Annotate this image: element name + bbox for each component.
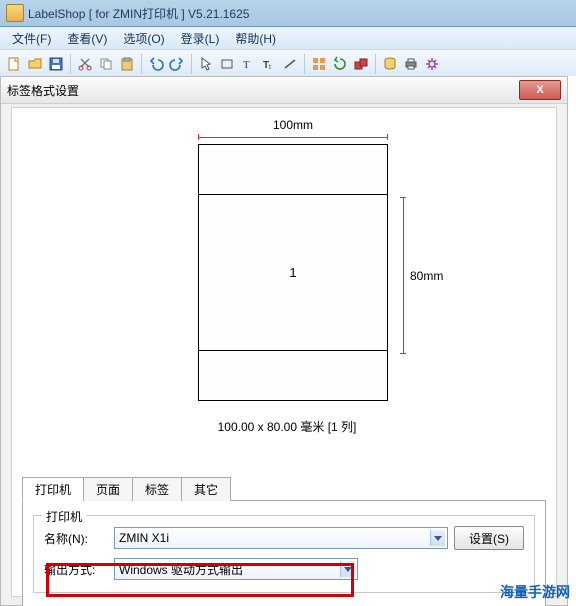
label-top [198, 144, 388, 195]
app-icon [6, 4, 24, 22]
cut-icon[interactable] [75, 54, 95, 74]
grid-icon[interactable] [309, 54, 329, 74]
window-title: LabelShop [ for ZMIN打印机 ] V5.21.1625 [28, 5, 249, 22]
undo-icon[interactable] [146, 54, 166, 74]
line-icon[interactable] [280, 54, 300, 74]
printer-name-label: 名称(N): [44, 530, 108, 547]
dimension-height: 80mm [400, 198, 454, 353]
rect-icon[interactable] [217, 54, 237, 74]
watermark: 海量手游网 [500, 582, 570, 602]
label-main: 1 [198, 194, 388, 351]
size-text: 100.00 x 80.00 毫米 [1 列] [152, 418, 422, 435]
width-label: 100mm [273, 118, 313, 132]
output-mode-combo[interactable]: Windows 驱动方式输出 [114, 558, 358, 580]
settings-icon[interactable] [422, 54, 442, 74]
printer-group: 打印机 名称(N): ZMIN X1i 设置(S) [33, 515, 535, 593]
db-icon[interactable] [380, 54, 400, 74]
dimension-width: 100mm [198, 118, 388, 140]
text-icon[interactable]: T [238, 54, 258, 74]
app-window: LabelShop [ for ZMIN打印机 ] V5.21.1625 文件(… [0, 0, 576, 606]
client-area: 标签格式设置 X 100mm 1 [0, 76, 576, 606]
close-icon: X [536, 84, 543, 96]
dialog-body: 100mm 1 80mm 100.00 x 80.00 毫米 [11, 107, 557, 597]
chevron-down-icon [340, 561, 355, 577]
print-icon[interactable] [401, 54, 421, 74]
paste-icon[interactable] [117, 54, 137, 74]
tab-other[interactable]: 其它 [181, 477, 231, 501]
svg-text:t: t [269, 64, 271, 71]
label-bottom [198, 350, 388, 401]
settings-button[interactable]: 设置(S) [454, 526, 524, 550]
label-format-dialog: 标签格式设置 X 100mm 1 [0, 76, 568, 606]
open-icon[interactable] [25, 54, 45, 74]
menubar: 文件(F) 查看(V) 选项(O) 登录(L) 帮助(H) [0, 27, 576, 49]
printer-name-combo[interactable]: ZMIN X1i [114, 527, 448, 549]
dialog-titlebar: 标签格式设置 X [1, 77, 567, 104]
separator-icon [304, 54, 305, 74]
output-mode-value: Windows 驱动方式输出 [119, 561, 243, 578]
menu-login[interactable]: 登录(L) [173, 30, 228, 47]
titlebar: LabelShop [ for ZMIN打印机 ] V5.21.1625 [0, 0, 576, 27]
close-button[interactable]: X [519, 80, 561, 100]
tabs: 打印机 页面 标签 其它 打印机 名称(N): ZMIN X1i [22, 476, 546, 606]
label-index: 1 [289, 265, 296, 280]
group-icon[interactable] [351, 54, 371, 74]
menu-option[interactable]: 选项(O) [115, 30, 172, 47]
label-stack: 1 [198, 144, 388, 401]
redo-icon[interactable] [167, 54, 187, 74]
tab-page[interactable]: 页面 [83, 477, 133, 501]
menu-file[interactable]: 文件(F) [4, 30, 59, 47]
svg-text:T: T [243, 59, 250, 71]
tab-label[interactable]: 标签 [132, 477, 182, 501]
text2-icon[interactable]: Tt [259, 54, 279, 74]
chevron-down-icon [430, 530, 445, 546]
printer-name-value: ZMIN X1i [119, 531, 169, 545]
toolbar: T Tt [0, 49, 576, 79]
group-legend: 打印机 [42, 508, 86, 525]
separator-icon [191, 54, 192, 74]
separator-icon [375, 54, 376, 74]
dialog-title: 标签格式设置 [7, 82, 79, 99]
menu-view[interactable]: 查看(V) [59, 30, 115, 47]
tab-row: 打印机 页面 标签 其它 [22, 476, 546, 501]
output-mode-row: 输出方式: Windows 驱动方式输出 [44, 558, 524, 580]
output-mode-label: 输出方式: [44, 561, 108, 578]
tab-printer[interactable]: 打印机 [22, 477, 84, 501]
new-icon[interactable] [4, 54, 24, 74]
pointer-icon[interactable] [196, 54, 216, 74]
rotate-icon[interactable] [330, 54, 350, 74]
menu-help[interactable]: 帮助(H) [227, 30, 284, 47]
height-label: 80mm [410, 269, 443, 283]
copy-icon[interactable] [96, 54, 116, 74]
tab-pane-printer: 打印机 名称(N): ZMIN X1i 设置(S) [22, 501, 546, 606]
label-preview: 100mm 1 80mm 100.00 x 80.00 毫米 [152, 118, 422, 458]
separator-icon [70, 54, 71, 74]
separator-icon [141, 54, 142, 74]
printer-name-row: 名称(N): ZMIN X1i 设置(S) [44, 526, 524, 550]
save-icon[interactable] [46, 54, 66, 74]
